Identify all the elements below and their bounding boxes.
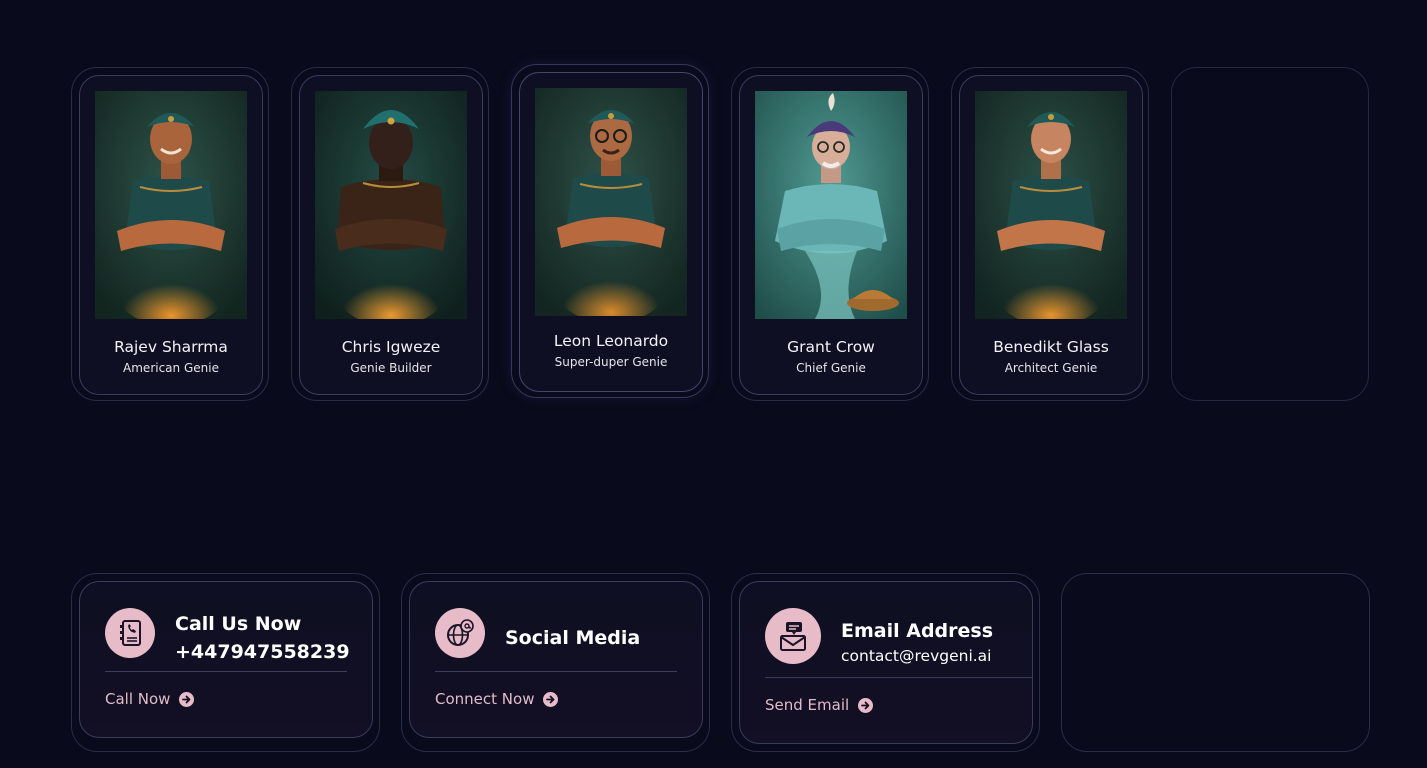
- genie-portrait: [95, 91, 247, 319]
- contact-card-placeholder: [1061, 573, 1370, 752]
- contact-card-inner: Email Address contact@revgeni.ai Send Em…: [739, 581, 1033, 744]
- team-card-3[interactable]: Leon Leonardo Super-duper Genie: [511, 64, 709, 398]
- person-name: Rajev Sharrma: [114, 338, 228, 356]
- contact-card-inner: Call Us Now +447947558239 Call Now: [79, 581, 373, 738]
- person-role: Architect Genie: [1004, 361, 1098, 375]
- action-label: Connect Now: [435, 690, 535, 708]
- portrait-image: [755, 91, 907, 319]
- contact-card-social: Social Media Connect Now: [401, 573, 710, 752]
- team-card-1[interactable]: Rajev Sharrma American Genie: [71, 67, 269, 401]
- contact-card-call: Call Us Now +447947558239 Call Now: [71, 573, 380, 752]
- globe-at-icon: [435, 608, 485, 658]
- contact-title: Email Address: [841, 620, 994, 642]
- team-card-4[interactable]: Grant Crow Chief Genie: [731, 67, 929, 401]
- portrait-image: [95, 91, 247, 319]
- arrow-right-circle-icon: [858, 697, 874, 713]
- contact-title: Social Media: [505, 627, 641, 649]
- call-now-link[interactable]: Call Now: [105, 690, 195, 708]
- person-name: Chris Igweze: [341, 338, 441, 356]
- person-role: Genie Builder: [350, 361, 432, 375]
- action-label: Call Now: [105, 690, 171, 708]
- person-role: Super-duper Genie: [554, 355, 668, 369]
- team-card-2[interactable]: Chris Igweze Genie Builder: [291, 67, 489, 401]
- portrait-image: [535, 88, 687, 316]
- connect-now-link[interactable]: Connect Now: [435, 690, 559, 708]
- action-label: Send Email: [765, 696, 850, 714]
- person-name: Benedikt Glass: [993, 338, 1109, 356]
- page: Rajev Sharrma American Genie Chris Igwez…: [0, 0, 1427, 768]
- portrait-image: [975, 91, 1127, 319]
- team-card-inner: Benedikt Glass Architect Genie: [959, 75, 1143, 395]
- contact-card-inner: Social Media Connect Now: [409, 581, 703, 738]
- envelope-chat-icon: [765, 608, 821, 664]
- genie-portrait: [975, 91, 1127, 319]
- genie-portrait: [315, 91, 467, 319]
- genie-portrait: [535, 88, 687, 316]
- phone-book-icon: [105, 608, 155, 658]
- portrait-image: [315, 91, 467, 319]
- genie-portrait: [755, 91, 907, 319]
- person-role: American Genie: [123, 361, 219, 375]
- team-card-inner: Chris Igweze Genie Builder: [299, 75, 483, 395]
- arrow-right-circle-icon: [179, 691, 195, 707]
- contact-card-email: Email Address contact@revgeni.ai Send Em…: [731, 573, 1040, 752]
- team-card-placeholder: [1171, 67, 1369, 401]
- team-card-inner: Rajev Sharrma American Genie: [79, 75, 263, 395]
- person-name: Leon Leonardo: [553, 332, 669, 350]
- person-role: Chief Genie: [796, 361, 866, 375]
- team-card-5[interactable]: Benedikt Glass Architect Genie: [951, 67, 1149, 401]
- team-card-inner: Leon Leonardo Super-duper Genie: [519, 72, 703, 392]
- team-card-inner: Grant Crow Chief Genie: [739, 75, 923, 395]
- divider: [765, 677, 1032, 678]
- person-name: Grant Crow: [787, 338, 875, 356]
- divider: [105, 671, 347, 672]
- send-email-link[interactable]: Send Email: [765, 696, 874, 714]
- arrow-right-circle-icon: [543, 691, 559, 707]
- phone-number: +447947558239: [175, 641, 350, 663]
- contact-title: Call Us Now: [175, 613, 302, 635]
- email-address: contact@revgeni.ai: [841, 647, 992, 665]
- divider: [435, 671, 677, 672]
